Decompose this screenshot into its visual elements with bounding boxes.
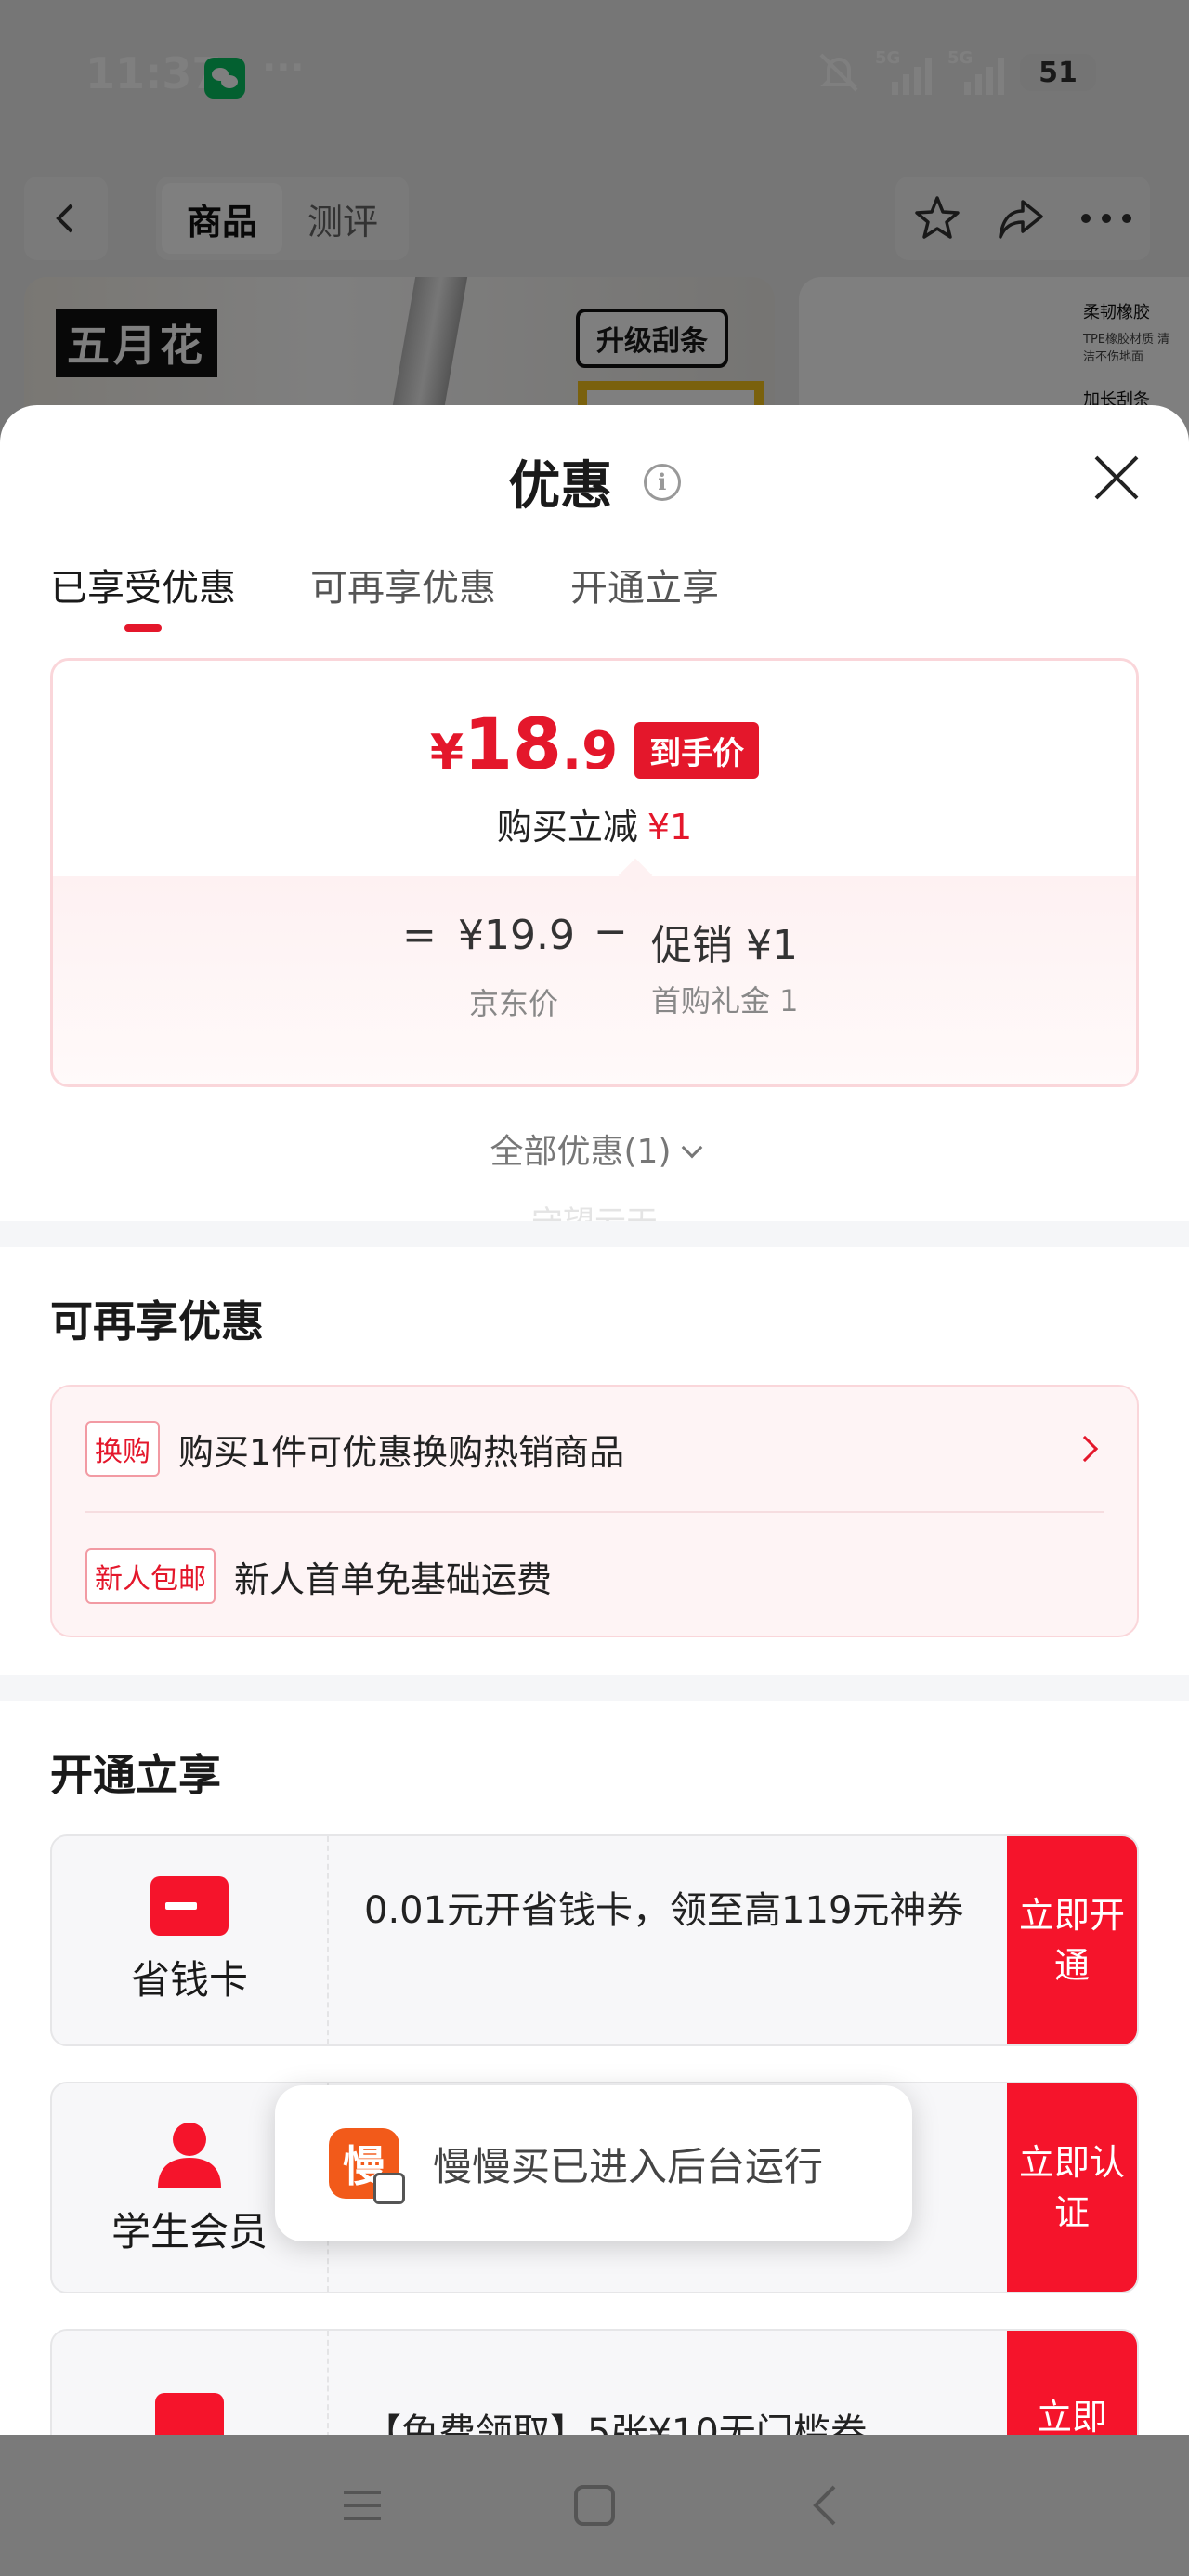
discount-tag: 新人包邮	[85, 1548, 216, 1604]
final-price-badge: 到手价	[634, 722, 760, 779]
price-integer: 18	[464, 703, 562, 785]
offer-left: 白条	[52, 2331, 329, 2435]
card-icon	[150, 1875, 229, 1936]
offer-label: 省钱卡	[130, 1956, 248, 2003]
equals-sign: =	[402, 912, 437, 959]
jd-price: ¥19.9	[458, 912, 575, 959]
back-icon[interactable]	[799, 2477, 855, 2533]
background-run-toast: 慢 慢慢买已进入后台运行	[275, 2085, 912, 2241]
final-price: ¥18.9 到手价	[53, 709, 1136, 788]
verify-now-button[interactable]: 立即认证	[1007, 2083, 1137, 2292]
person-icon	[158, 2122, 221, 2188]
manmanmai-app-icon: 慢	[329, 2128, 405, 2204]
section-divider	[0, 1221, 1189, 1247]
price-yen: ¥	[429, 725, 464, 781]
claim-button[interactable]: 立即	[1007, 2331, 1137, 2435]
section-divider-2	[0, 1675, 1189, 1701]
open-now-button[interactable]: 立即开通	[1007, 1836, 1137, 2044]
all-discounts-link[interactable]: 全部优惠(1)	[0, 1124, 1189, 1173]
discount-text: 购买1件可优惠换购热销商品	[178, 1431, 625, 1473]
promo-amount: 促销 ¥1	[651, 922, 798, 969]
tab-more-discounts[interactable]: 可再享优惠	[310, 558, 496, 632]
sheet-header: 优惠 i	[0, 405, 1189, 554]
jd-price-label: 京东价	[469, 986, 559, 1021]
list-item[interactable]: 换购 购买1件可优惠换购热销商品	[85, 1387, 1104, 1513]
reduce-value: ¥1	[647, 807, 693, 848]
price-breakdown: = ¥19.9 京东价 − 促销 ¥1 首购礼金 1	[53, 876, 1136, 1084]
savings-card-offer: 省钱卡 0.01元开省钱卡，领至高119元神券 立即开通	[50, 1834, 1139, 2046]
tab-open-enjoy[interactable]: 开通立享	[570, 558, 719, 632]
promo-label: 首购礼金 1	[651, 983, 799, 1019]
offer-text: 0.01元开省钱卡，领至高119元神券	[364, 1889, 964, 1932]
baitiao-icon: 白条	[155, 2393, 224, 2435]
offer-text: 【免费领取】5张¥10无门槛券	[364, 2412, 868, 2435]
info-icon[interactable]: i	[643, 463, 681, 501]
reduce-label: 购买立减	[496, 807, 638, 848]
price-summary: ¥18.9 到手价 购买立减 ¥1	[53, 661, 1136, 876]
price-card: ¥18.9 到手价 购买立减 ¥1 = ¥19.9 京东价 − 促销 ¥1 首购礼…	[50, 658, 1139, 1087]
discount-text: 新人首单免基础运费	[234, 1558, 553, 1600]
menu-icon[interactable]	[334, 2477, 390, 2533]
toast-text: 慢慢买已进入后台运行	[433, 2143, 824, 2189]
sheet-title: 优惠 i	[0, 444, 1189, 519]
offer-left: 省钱卡	[52, 1836, 329, 2044]
offer-label: 学生会员	[111, 2208, 268, 2254]
more-section-title: 可再享优惠	[50, 1296, 264, 1347]
tab-enjoyed[interactable]: 已享受优惠	[50, 558, 236, 632]
baitiao-offer: 白条 【免费领取】5张¥10无门槛券 立即	[50, 2329, 1139, 2435]
sheet-title-text: 优惠	[508, 456, 613, 517]
final-price-value: ¥18.9	[430, 709, 618, 788]
chevron-right-icon	[1071, 1435, 1099, 1463]
price-decimal: .9	[561, 721, 619, 782]
close-icon[interactable]	[1091, 452, 1143, 504]
discount-tag: 换购	[85, 1421, 160, 1477]
reduce-line: 购买立减 ¥1	[53, 798, 1136, 849]
more-discounts-card: 换购 购买1件可优惠换购热销商品 新人包邮 新人首单免基础运费	[50, 1385, 1139, 1637]
minus-sign: −	[594, 908, 628, 955]
open-section-title: 开通立享	[50, 1750, 221, 1800]
system-nav-bar	[0, 2435, 1189, 2576]
list-item: 新人包邮 新人首单免基础运费	[85, 1513, 1104, 1639]
sheet-tabs: 已享受优惠 可再享优惠 开通立享	[50, 558, 719, 632]
home-icon[interactable]	[567, 2477, 622, 2533]
all-discounts-label: 全部优惠(1)	[490, 1133, 672, 1171]
chevron-down-icon	[681, 1137, 702, 1159]
